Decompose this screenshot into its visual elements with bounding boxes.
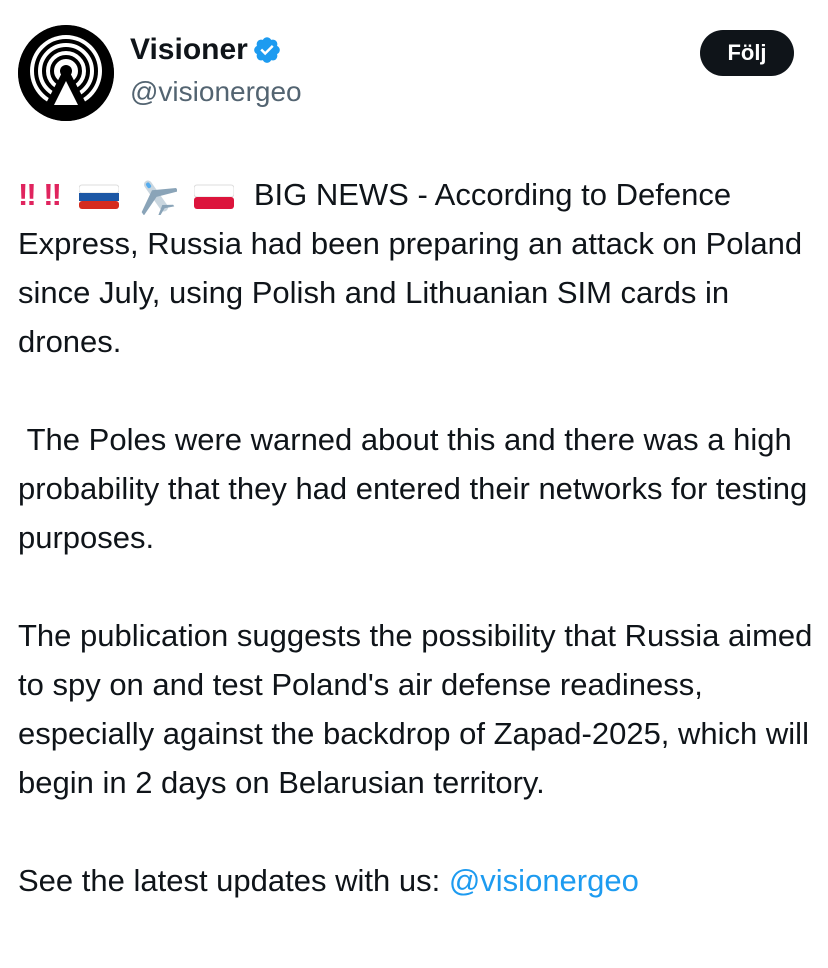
verified-badge-icon (254, 37, 280, 63)
mention-link[interactable]: @visionergeo (449, 863, 639, 898)
tweet-paragraph-4-text: See the latest updates with us: (18, 863, 449, 898)
tweet-paragraph-2-text: The Poles were warned about this and the… (18, 422, 808, 555)
poland-flag-icon (193, 184, 234, 209)
author-name-row: Visioner (130, 30, 282, 70)
radio-tower-icon (18, 25, 114, 121)
tweet-paragraph-1: !! !! BIG NEWS - According to Defence Ex… (18, 170, 818, 366)
russia-flag-icon (78, 184, 119, 209)
tweet-paragraph-3: The publication suggests the possibility… (18, 618, 813, 800)
tweet-paragraph-4: See the latest updates with us: @visione… (18, 856, 818, 905)
tweet-paragraph-2: The Poles were warned about this and the… (18, 415, 818, 562)
double-exclamation-icon: !! (18, 177, 37, 212)
author-handle[interactable]: @visionergeo (130, 72, 302, 112)
double-exclamation-icon: !! (43, 177, 62, 212)
airplane-icon (141, 180, 178, 215)
follow-button[interactable]: Följ (700, 30, 794, 76)
avatar[interactable] (18, 25, 114, 121)
tweet-text: !! !! BIG NEWS - According to Defence Ex… (18, 170, 818, 905)
author-display-name[interactable]: Visioner (130, 30, 248, 70)
